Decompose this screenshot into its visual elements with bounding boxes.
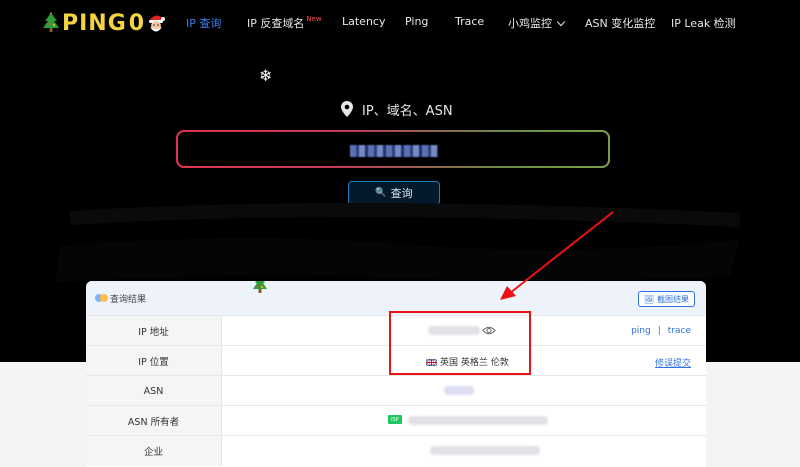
- row-label: IP 地址: [86, 316, 222, 346]
- snowflake-icon: ❄: [259, 66, 273, 85]
- row-value: ISP: [222, 406, 706, 436]
- result-card-header: 查询结果 🖼 截图结果: [86, 281, 706, 315]
- nav-asn-monitor[interactable]: ASN 变化监控: [585, 15, 655, 31]
- redacted-asn-owner: [408, 416, 548, 425]
- link-separator: |: [657, 326, 661, 336]
- nav-ping[interactable]: Ping: [405, 15, 428, 28]
- nav-latency[interactable]: Latency: [342, 15, 385, 28]
- nav-trace[interactable]: Trace: [455, 15, 484, 28]
- ping-link[interactable]: ping: [631, 326, 651, 336]
- row-value: [222, 436, 706, 466]
- search-title-text: IP、域名、ASN: [362, 103, 453, 119]
- page: PING 0 IP 查询 IP 反查域名 New Latency Ping Tra…: [0, 0, 800, 467]
- top-nav: PING 0 IP 查询 IP 反查域名 New Latency Ping Tra…: [38, 0, 750, 45]
- nav-vps-monitor[interactable]: 小鸡监控: [508, 15, 566, 31]
- screenshot-button-label: 截图结果: [657, 294, 689, 304]
- ip-action-links: ping | trace: [631, 326, 691, 336]
- search-title: IP、域名、ASN: [340, 98, 453, 120]
- new-badge: New: [306, 15, 322, 23]
- row-asn-owner: ASN 所有者 ISP: [86, 405, 706, 436]
- logo-text: PING: [62, 10, 127, 36]
- screenshot-button[interactable]: 🖼 截图结果: [637, 291, 695, 307]
- result-title: 查询结果: [110, 295, 147, 305]
- location-pin-icon: [341, 101, 353, 117]
- row-label: 企业: [86, 436, 222, 466]
- row-value: [222, 376, 706, 406]
- redacted-query: [350, 145, 438, 157]
- image-icon: 🖼: [643, 294, 654, 304]
- santa-icon: [149, 15, 166, 32]
- redaction-scribble: [45, 202, 755, 282]
- nav-ip-leak[interactable]: IP Leak 检测: [671, 15, 736, 31]
- row-label: ASN 所有者: [86, 406, 222, 436]
- search-input[interactable]: [176, 130, 610, 168]
- christmas-tree-icon: [43, 12, 59, 32]
- row-label: IP 位置: [86, 346, 222, 376]
- row-company: 企业: [86, 435, 706, 466]
- row-asn: ASN: [86, 375, 706, 406]
- redacted-asn: [444, 386, 474, 395]
- nav-ip-reverse-domain[interactable]: IP 反查域名 New: [247, 15, 322, 31]
- row-label: ASN: [86, 376, 222, 406]
- christmas-tree-icon: [253, 281, 267, 293]
- trace-link[interactable]: trace: [668, 326, 691, 336]
- logo[interactable]: PING 0: [42, 10, 166, 36]
- logo-zero: 0: [128, 10, 146, 36]
- header-dot-yellow: [100, 294, 108, 302]
- redacted-company: [430, 446, 540, 455]
- annotation-highlight-box: [389, 311, 531, 375]
- chevron-down-icon: [556, 17, 566, 27]
- nav-ip-query[interactable]: IP 查询: [186, 15, 221, 31]
- report-error-link[interactable]: 修误提交: [655, 356, 691, 369]
- isp-badge: ISP: [388, 415, 402, 424]
